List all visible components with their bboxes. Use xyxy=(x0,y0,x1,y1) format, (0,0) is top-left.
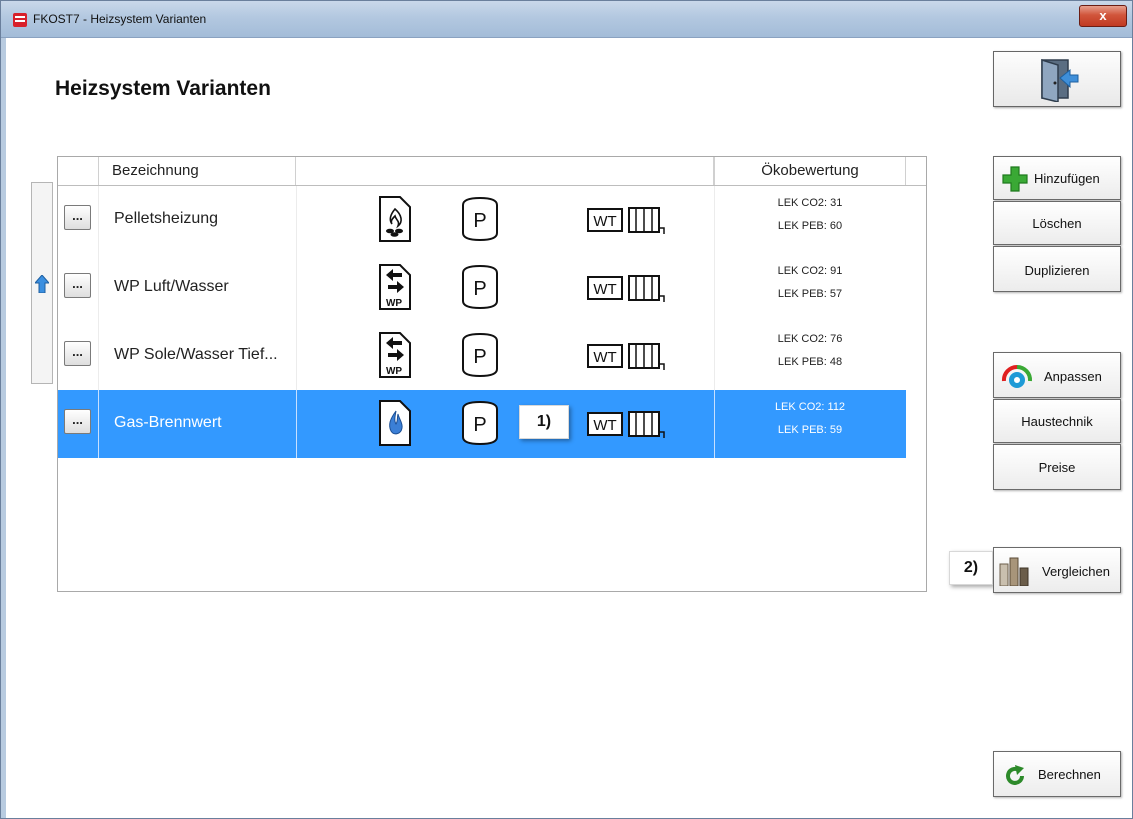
adjust-button[interactable]: Anpassen xyxy=(993,352,1121,398)
annotation-marker-2: 2) xyxy=(949,551,993,585)
calculate-button-label: Berechnen xyxy=(1038,767,1101,782)
row-details-button[interactable]: ... xyxy=(64,273,91,298)
table-row[interactable]: ... WP Luft/Wasser WP P WT LEK CO2: 91 L… xyxy=(58,254,906,322)
gas-flame-icon xyxy=(379,400,411,446)
eco-peb: LEK PEB: 60 xyxy=(777,220,843,232)
svg-text:P: P xyxy=(473,210,486,232)
bar-chart-icon xyxy=(999,557,1029,586)
table-row-selected[interactable]: ... Gas-Brennwert P WT LEK CO2: 112 LEK … xyxy=(58,390,906,458)
svg-text:P: P xyxy=(473,346,486,368)
building-services-label: Haustechnik xyxy=(1021,414,1093,429)
prices-button[interactable]: Preise xyxy=(993,444,1121,490)
svg-text:WT: WT xyxy=(593,281,616,298)
svg-text:WP: WP xyxy=(386,366,402,377)
variant-name: WP Luft/Wasser xyxy=(114,278,229,295)
variant-name: WP Sole/Wasser Tief... xyxy=(114,346,278,363)
variant-name: Gas-Brennwert xyxy=(114,414,222,431)
refresh-icon xyxy=(1006,765,1024,785)
row-details-button[interactable]: ... xyxy=(64,409,91,434)
annotation-marker-1: 1) xyxy=(519,405,569,439)
variant-name: Pelletsheizung xyxy=(114,210,219,227)
column-header-components[interactable] xyxy=(296,157,714,185)
eco-co2: LEK CO2: 112 xyxy=(774,401,846,413)
heat-distribution-icon: WT xyxy=(587,207,665,234)
add-button-label: Hinzufügen xyxy=(1034,171,1100,186)
svg-text:P: P xyxy=(473,414,486,436)
heat-distribution-icon: WT xyxy=(587,411,665,438)
svg-text:WT: WT xyxy=(593,213,616,230)
arrow-up-icon[interactable] xyxy=(35,275,49,293)
move-up-panel xyxy=(31,182,53,384)
table-header: Bezeichnung Ökobewertung xyxy=(58,157,926,186)
duplicate-button-label: Duplizieren xyxy=(1024,263,1090,278)
eco-peb: LEK PEB: 57 xyxy=(777,288,843,300)
exit-button[interactable] xyxy=(993,51,1121,107)
adjust-button-label: Anpassen xyxy=(1044,369,1102,384)
compare-button[interactable]: Vergleichen xyxy=(993,547,1121,593)
heat-pump-icon: WP xyxy=(379,332,411,378)
column-header-oekobewertung[interactable]: Ökobewertung xyxy=(714,157,906,185)
prices-button-label: Preise xyxy=(1038,460,1076,475)
exit-door-icon xyxy=(1041,58,1079,102)
calculate-button[interactable]: Berechnen xyxy=(993,751,1121,797)
building-services-button[interactable]: Haustechnik xyxy=(993,399,1121,443)
eco-co2: LEK CO2: 76 xyxy=(777,333,843,345)
heat-pump-icon: WP xyxy=(379,264,411,310)
column-header-bezeichnung[interactable]: Bezeichnung xyxy=(98,157,296,185)
gauge-icon xyxy=(1001,364,1033,388)
add-button[interactable]: Hinzufügen xyxy=(993,156,1121,200)
eco-peb: LEK PEB: 59 xyxy=(777,424,843,436)
title-bar: FKOST7 - Heizsystem Varianten x xyxy=(1,1,1132,38)
window-title: FKOST7 - Heizsystem Varianten xyxy=(33,12,207,26)
svg-text:WT: WT xyxy=(593,349,616,366)
eco-co2: LEK CO2: 31 xyxy=(777,197,843,209)
page-title: Heizsystem Varianten xyxy=(55,77,271,100)
delete-button[interactable]: Löschen xyxy=(993,201,1121,245)
table-row[interactable]: ... WP Sole/Wasser Tief... WP P WT LEK C… xyxy=(58,322,906,390)
storage-tank-icon: P xyxy=(462,264,498,310)
svg-text:P: P xyxy=(473,278,486,300)
eco-peb: LEK PEB: 48 xyxy=(777,356,843,368)
storage-tank-icon: P xyxy=(462,400,498,446)
eco-co2: LEK CO2: 91 xyxy=(777,265,843,277)
svg-text:WP: WP xyxy=(386,298,402,309)
pellet-heater-icon xyxy=(379,196,411,242)
delete-button-label: Löschen xyxy=(1032,216,1082,231)
table-row[interactable]: ... Pelletsheizung P WT LEK CO2: 31 LEK … xyxy=(58,186,906,254)
storage-tank-icon: P xyxy=(462,196,498,242)
app-logo-icon xyxy=(13,13,27,27)
compare-button-label: Vergleichen xyxy=(1042,564,1110,579)
row-details-button[interactable]: ... xyxy=(64,205,91,230)
heat-distribution-icon: WT xyxy=(587,275,665,302)
close-window-button[interactable]: x xyxy=(1079,5,1127,27)
storage-tank-icon: P xyxy=(462,332,498,378)
window-left-border xyxy=(1,38,6,818)
plus-icon xyxy=(1002,166,1028,192)
variants-table: Bezeichnung Ökobewertung ... Pelletsheiz… xyxy=(57,156,927,592)
duplicate-button[interactable]: Duplizieren xyxy=(993,246,1121,292)
heat-distribution-icon: WT xyxy=(587,343,665,370)
row-details-button[interactable]: ... xyxy=(64,341,91,366)
app-window: FKOST7 - Heizsystem Varianten x Heizsyst… xyxy=(0,0,1133,819)
svg-text:WT: WT xyxy=(593,417,616,434)
